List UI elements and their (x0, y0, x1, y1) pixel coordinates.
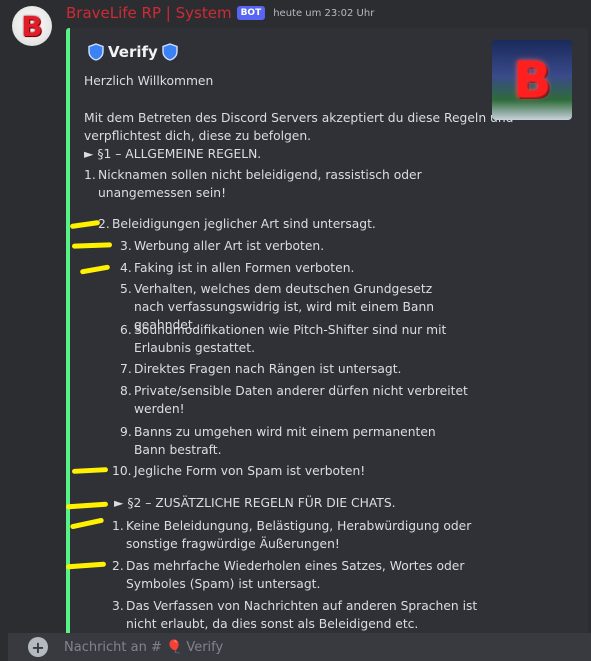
list-item-number: 7. (120, 362, 132, 376)
list-item-number: 1. (84, 168, 96, 182)
message-header: BraveLife RP | System BOT heute um 23:02… (66, 3, 374, 23)
list-item-text: Faking ist in allen Formen verboten. (134, 261, 355, 275)
thumbnail-letter: B (512, 51, 552, 109)
bot-avatar[interactable]: B (12, 6, 52, 46)
list-item-number: 4. (120, 261, 132, 275)
list-item-text: Beleidigungen jeglicher Art sind untersa… (112, 217, 376, 231)
list-item-number: 1. (112, 519, 124, 533)
avatar-letter: B (21, 9, 43, 43)
list-item-number: 3. (112, 599, 124, 613)
add-attachment-icon[interactable]: + (28, 637, 48, 657)
embed-thumbnail[interactable]: B (492, 40, 572, 120)
list-item-number: 6. (120, 323, 132, 337)
list-item-text: Das mehrfache Wiederholen eines Satzes, … (126, 559, 465, 591)
list-item-number: 2. (98, 217, 110, 231)
rules-1-list: 1. Nicknamen sollen nicht beleidigend, r… (70, 28, 588, 649)
list-item-text: Soundmodifikationen wie Pitch-Shifter si… (134, 323, 447, 355)
list-item-text: Banns zu umgehen wird mit einem permanen… (134, 425, 436, 457)
list-item-text: Private/sensible Daten anderer dürfen ni… (134, 384, 468, 416)
list-item-number: 9. (120, 425, 132, 439)
message-composer[interactable]: + Nachricht an # 🎈 Verify (8, 633, 591, 661)
username[interactable]: BraveLife RP | System (66, 4, 232, 22)
list-item-number: 2. (112, 559, 124, 573)
section-2-heading: ► §2 – ZUSÄTZLICHE REGELN FÜR DIE CHATS. (114, 496, 396, 510)
bot-badge: BOT (236, 6, 266, 20)
list-item-text: Direktes Fragen nach Rängen ist untersag… (134, 362, 402, 376)
list-item-text: Nicknamen sollen nicht beleidigend, rass… (98, 168, 422, 200)
list-item-text: Werbung aller Art ist verboten. (134, 239, 325, 253)
embed: Verify Herzlich Willkommen Mit dem Betre… (66, 28, 588, 649)
list-item-number: 10. (112, 464, 132, 478)
list-item-number: 8. (120, 384, 132, 398)
list-item-number: 3. (120, 239, 132, 253)
list-item-text: Keine Beleidungung, Belästigung, Herabwü… (126, 519, 472, 551)
list-item-text: Jegliche Form von Spam ist verboten! (134, 464, 366, 478)
composer-placeholder[interactable]: Nachricht an # 🎈 Verify (64, 640, 223, 655)
timestamp: heute um 23:02 Uhr (273, 7, 375, 19)
list-item-number: 5. (120, 282, 132, 296)
